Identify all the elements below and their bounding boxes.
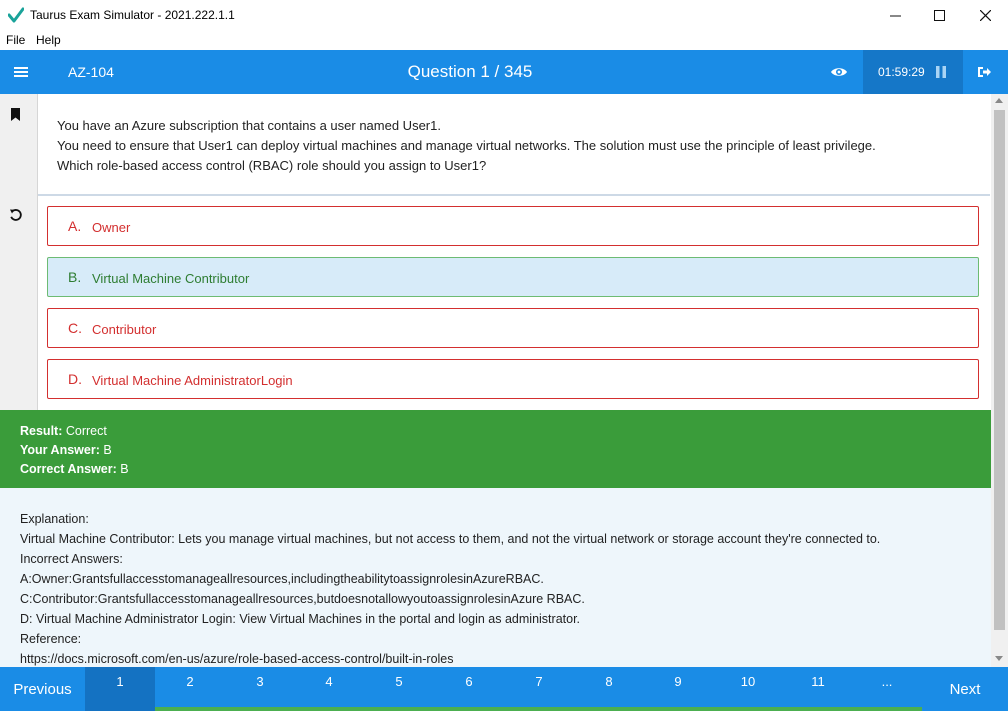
explanation-line: Explanation: [20, 512, 89, 526]
hamburger-icon[interactable] [14, 64, 28, 80]
page-7[interactable]: 7 [504, 667, 574, 707]
title-bar: Taurus Exam Simulator - 2021.222.1.1 [0, 0, 1008, 30]
page-10[interactable]: 10 [713, 667, 783, 707]
maximize-icon [933, 9, 945, 21]
eye-icon[interactable] [830, 64, 848, 80]
option-text: Contributor [92, 322, 157, 337]
correct-answer-label: Correct Answer: [20, 462, 117, 476]
vertical-scrollbar[interactable] [991, 94, 1008, 667]
exit-icon[interactable] [976, 64, 992, 80]
explanation-line: Virtual Machine Contributor: Lets you ma… [20, 532, 881, 546]
next-button[interactable]: Next [922, 667, 1008, 711]
option-letter: C. [68, 320, 82, 336]
explanation-line: Reference: [20, 632, 82, 646]
page-4[interactable]: 4 [294, 667, 364, 707]
question-line: Which role-based access control (RBAC) r… [57, 158, 487, 173]
exam-header: AZ-104 Question 1 / 345 01:59:29 [0, 50, 1008, 94]
scroll-down-icon[interactable] [995, 656, 1003, 661]
page-11[interactable]: 11 [783, 667, 853, 707]
question-text: You have an Azure subscription that cont… [38, 94, 990, 196]
timer: 01:59:29 [863, 50, 963, 94]
question-tools-sidebar [0, 94, 38, 410]
page-9[interactable]: 9 [643, 667, 713, 707]
maximize-button[interactable] [916, 0, 962, 30]
option-d[interactable]: D. Virtual Machine AdministratorLogin [47, 359, 979, 399]
your-answer: Your Answer: B [20, 443, 112, 457]
scroll-up-icon[interactable] [995, 98, 1003, 103]
page-5[interactable]: 5 [364, 667, 434, 707]
question-line: You have an Azure subscription that cont… [57, 118, 441, 133]
your-answer-value: B [103, 443, 112, 457]
reset-icon[interactable] [9, 208, 23, 222]
navigation-footer: Previous 1 2 3 4 5 6 7 8 9 10 11 ... Nex… [0, 667, 1008, 711]
result-panel: Result: Correct Your Answer: B Correct A… [0, 410, 991, 488]
option-letter: A. [68, 218, 82, 234]
explanation-line: A:Owner:Grantsfullaccesstomanageallresou… [20, 572, 544, 586]
page-navigator: 1 2 3 4 5 6 7 8 9 10 11 ... [85, 667, 922, 711]
reference-link[interactable]: https://docs.microsoft.com/en-us/azure/r… [20, 652, 454, 666]
option-b[interactable]: B. Virtual Machine Contributor [47, 257, 979, 297]
page-1[interactable]: 1 [85, 667, 155, 711]
explanation-line: C:Contributor:Grantsfullaccesstomanageal… [20, 592, 585, 606]
your-answer-label: Your Answer: [20, 443, 100, 457]
close-icon [979, 9, 991, 21]
timer-value: 01:59:29 [878, 65, 925, 79]
explanation-panel: Explanation: Virtual Machine Contributor… [0, 488, 991, 667]
previous-button[interactable]: Previous [0, 667, 85, 711]
option-c[interactable]: C. Contributor [47, 308, 979, 348]
option-text: Virtual Machine AdministratorLogin [92, 373, 293, 388]
menu-file[interactable]: File [6, 33, 25, 47]
bookmark-icon[interactable] [10, 108, 21, 122]
explanation-line: Incorrect Answers: [20, 552, 123, 566]
minimize-icon [889, 15, 901, 16]
app-logo-icon [8, 7, 24, 23]
explanation-line: D: Virtual Machine Administrator Login: … [20, 612, 581, 626]
pause-icon[interactable] [936, 66, 946, 78]
menu-help[interactable]: Help [36, 33, 61, 47]
option-text: Virtual Machine Contributor [92, 271, 250, 286]
option-letter: D. [68, 371, 82, 387]
correct-answer: Correct Answer: B [20, 462, 129, 476]
correct-answer-value: B [120, 462, 129, 476]
result-value: Correct [65, 424, 107, 438]
window-title: Taurus Exam Simulator - 2021.222.1.1 [30, 8, 235, 22]
option-letter: B. [68, 269, 82, 285]
page-3[interactable]: 3 [225, 667, 295, 707]
question-line: You need to ensure that User1 can deploy… [57, 138, 876, 153]
menu-bar: File Help [0, 30, 1008, 50]
page-more[interactable]: ... [852, 667, 922, 707]
page-6[interactable]: 6 [434, 667, 504, 707]
answered-progress-bar [155, 707, 922, 711]
exam-code: AZ-104 [68, 64, 114, 80]
result-status: Result: Correct [20, 424, 107, 438]
option-text: Owner [92, 220, 131, 235]
minimize-button[interactable] [872, 0, 918, 30]
option-a[interactable]: A. Owner [47, 206, 979, 246]
scroll-thumb[interactable] [994, 110, 1005, 630]
page-8[interactable]: 8 [574, 667, 644, 707]
result-label: Result: [20, 424, 63, 438]
close-button[interactable] [962, 0, 1008, 30]
question-counter: Question 1 / 345 [407, 62, 533, 81]
page-2[interactable]: 2 [155, 667, 225, 707]
